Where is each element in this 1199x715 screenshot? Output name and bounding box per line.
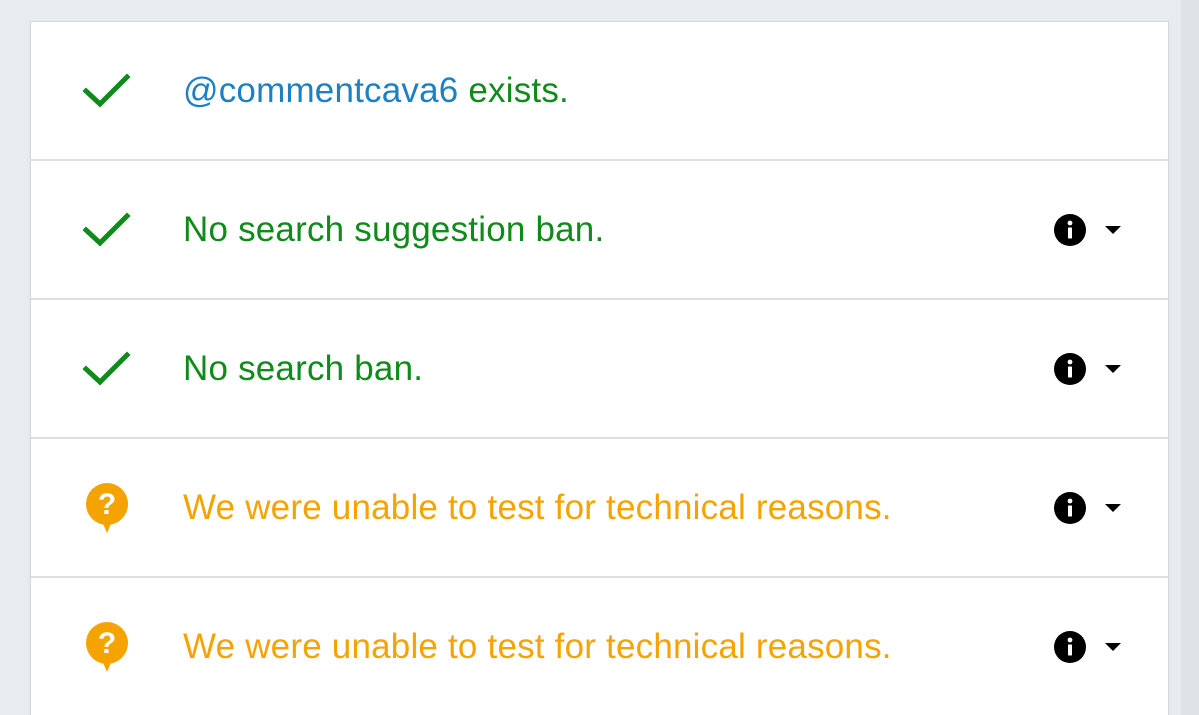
result-row-test-failed: ? We were unable to test for technical r… xyxy=(31,578,1168,715)
row-actions xyxy=(1053,491,1122,525)
account-handle-link[interactable]: @commentcava6 xyxy=(183,71,458,110)
info-icon[interactable] xyxy=(1053,352,1087,386)
row-actions xyxy=(1053,352,1122,386)
check-icon xyxy=(81,343,133,395)
info-icon[interactable] xyxy=(1053,213,1087,247)
result-text-suffix: exists. xyxy=(458,70,569,110)
result-text: No search suggestion ban. xyxy=(183,209,605,249)
result-text: @commentcava6 exists. xyxy=(183,71,569,111)
result-text: No search ban. xyxy=(183,348,424,388)
result-text: We were unable to test for technical rea… xyxy=(183,487,892,527)
chevron-down-icon[interactable] xyxy=(1104,641,1122,653)
result-row-exists: @commentcava6 exists. xyxy=(31,22,1168,161)
page: @commentcava6 exists. No search suggesti… xyxy=(0,0,1199,715)
row-actions xyxy=(1053,630,1122,664)
scrollbar[interactable] xyxy=(1181,0,1199,715)
result-row-search-ban: No search ban. xyxy=(31,300,1168,439)
result-text: We were unable to test for technical rea… xyxy=(183,626,892,666)
svg-text:?: ? xyxy=(98,627,116,660)
svg-text:?: ? xyxy=(98,488,116,521)
info-icon[interactable] xyxy=(1053,491,1087,525)
chevron-down-icon[interactable] xyxy=(1104,363,1122,375)
result-row-search-suggestion-ban: No search suggestion ban. xyxy=(31,161,1168,300)
results-card: @commentcava6 exists. No search suggesti… xyxy=(31,22,1168,715)
result-row-test-failed: ? We were unable to test for technical r… xyxy=(31,439,1168,578)
check-icon xyxy=(81,65,133,117)
chevron-down-icon[interactable] xyxy=(1104,224,1122,236)
chevron-down-icon[interactable] xyxy=(1104,502,1122,514)
info-icon[interactable] xyxy=(1053,630,1087,664)
row-actions xyxy=(1053,213,1122,247)
question-bubble-icon: ? xyxy=(81,621,133,673)
check-icon xyxy=(81,204,133,256)
question-bubble-icon: ? xyxy=(81,482,133,534)
